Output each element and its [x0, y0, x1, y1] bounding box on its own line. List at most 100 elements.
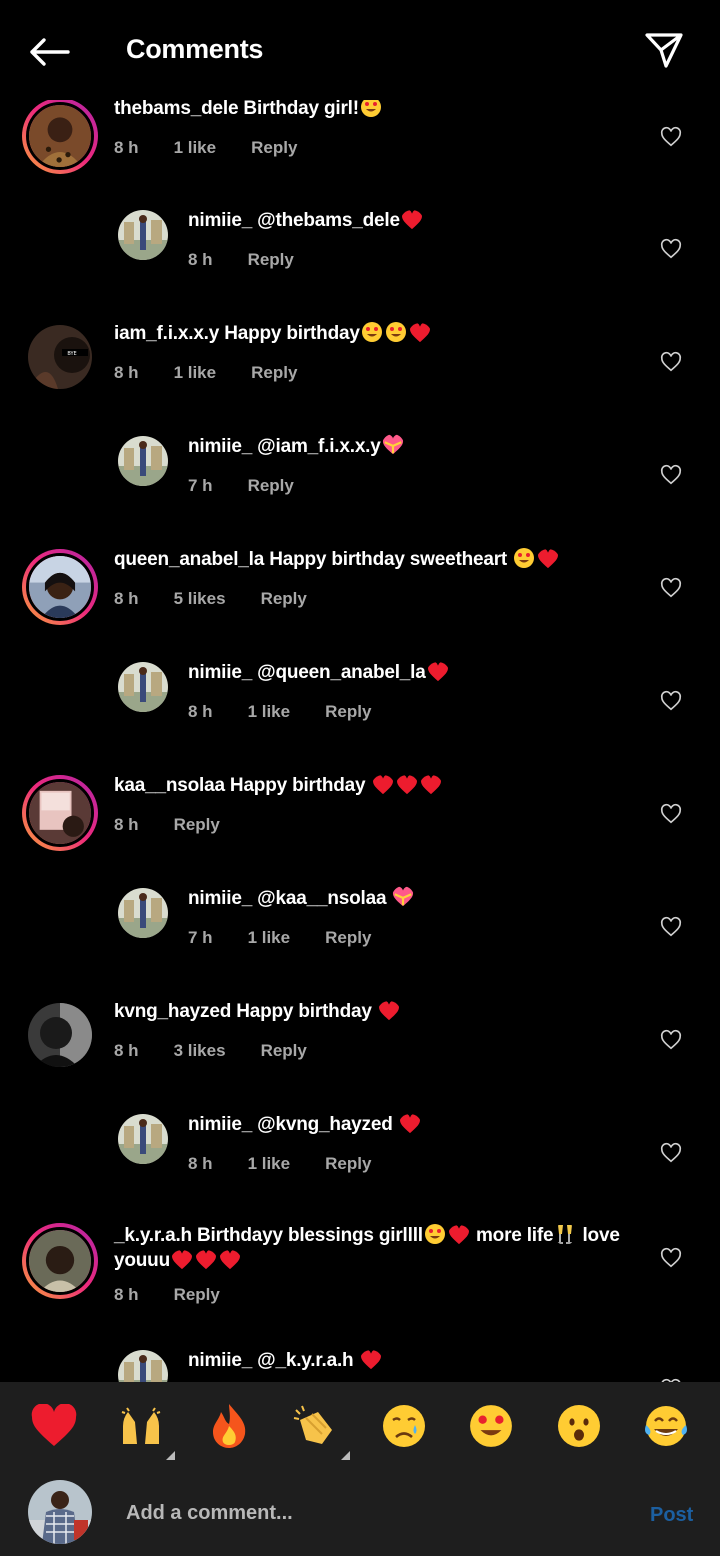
mention-link[interactable]: @thebams_dele: [257, 210, 400, 231]
comment-list[interactable]: thebams_dele Birthday girl! 8 h 1 like R…: [0, 90, 720, 1382]
red-heart-emoji: [171, 1250, 193, 1270]
arrow-left-icon: [30, 38, 70, 66]
comment-username[interactable]: kvng_hayzed: [114, 1001, 231, 1022]
reply-button[interactable]: Reply: [174, 1285, 220, 1305]
avatar[interactable]: [118, 1350, 168, 1382]
heart-eyes-emoji: [385, 322, 406, 342]
reply-button[interactable]: Reply: [251, 138, 297, 158]
reply-button[interactable]: Reply: [248, 476, 294, 496]
red-heart-emoji: [399, 1114, 420, 1134]
reaction-fire[interactable]: [201, 1398, 257, 1454]
page-title: Comments: [126, 34, 264, 64]
reaction-clapping-hands[interactable]: [288, 1398, 351, 1460]
red-heart-emoji: [409, 323, 430, 343]
comment-text: Happy birthday: [229, 775, 366, 796]
avatar[interactable]: [22, 98, 98, 174]
like-heart-icon[interactable]: [660, 577, 682, 599]
avatar[interactable]: [22, 549, 98, 625]
like-count[interactable]: 1 like: [248, 702, 291, 722]
raising-hands-icon: [121, 1407, 161, 1444]
reply-button[interactable]: Reply: [325, 702, 371, 722]
reaction-raising-hands[interactable]: [113, 1398, 176, 1460]
reply-button[interactable]: Reply: [325, 928, 371, 948]
reaction-crying-face[interactable]: [376, 1398, 432, 1454]
comment-username[interactable]: nimiie_: [188, 1350, 252, 1371]
like-count[interactable]: 1 like: [248, 928, 291, 948]
like-count[interactable]: 3 likes: [174, 1041, 226, 1061]
avatar[interactable]: [22, 1223, 98, 1299]
comment-username[interactable]: nimiie_: [188, 436, 252, 457]
red-heart-emoji: [427, 662, 448, 682]
like-heart-icon[interactable]: [660, 1247, 682, 1269]
comment-username[interactable]: thebams_dele: [114, 98, 239, 119]
share-button[interactable]: [640, 28, 688, 72]
mention-link[interactable]: @queen_anabel_la: [257, 662, 426, 683]
variant-indicator: [341, 1451, 351, 1460]
crying-face-icon: [382, 1405, 425, 1447]
comment-username[interactable]: nimiie_: [188, 1114, 252, 1135]
like-heart-icon[interactable]: [660, 1142, 682, 1164]
comment-text: more life: [475, 1225, 554, 1246]
like-heart-icon[interactable]: [660, 351, 682, 373]
mention-link[interactable]: @iam_f.i.x.x.y: [257, 436, 381, 457]
reply-button[interactable]: Reply: [251, 363, 297, 383]
comment-username[interactable]: _k.y.r.a.h: [114, 1225, 192, 1246]
avatar[interactable]: BYE: [28, 325, 92, 389]
comment-composer: Post: [0, 1470, 720, 1556]
reaction-red-heart[interactable]: [26, 1398, 82, 1454]
like-count[interactable]: 5 likes: [174, 589, 226, 609]
comment-username[interactable]: nimiie_: [188, 888, 252, 909]
heart-eyes-face-icon: [470, 1405, 513, 1447]
comment-username[interactable]: iam_f.i.x.x.y: [114, 323, 219, 344]
reply-button[interactable]: Reply: [248, 250, 294, 270]
mention-link[interactable]: @_k.y.r.a.h: [257, 1350, 353, 1371]
comment-username[interactable]: queen_anabel_la: [114, 549, 264, 570]
reaction-heart-eyes[interactable]: [463, 1398, 519, 1454]
surprised-face-icon: [557, 1405, 600, 1447]
clapping-hands-icon: [294, 1405, 333, 1444]
comment-item: _k.y.r.a.h Birthdayy blessings girllll m…: [0, 1221, 720, 1331]
like-count[interactable]: 1 like: [174, 363, 217, 383]
back-button[interactable]: [24, 30, 74, 74]
comment-time: 8 h: [188, 1154, 213, 1173]
like-heart-icon[interactable]: [660, 690, 682, 712]
like-heart-icon[interactable]: [660, 916, 682, 938]
avatar[interactable]: [118, 210, 168, 260]
reaction-surprised-face[interactable]: [551, 1398, 607, 1454]
comment-text: youuu: [114, 1250, 170, 1271]
reply-button[interactable]: Reply: [261, 589, 307, 609]
mention-link[interactable]: @kvng_hayzed: [257, 1114, 393, 1135]
comment-text: Birthday girl!: [243, 98, 359, 119]
header-bar: Comments: [0, 0, 720, 100]
comment-username[interactable]: nimiie_: [188, 210, 252, 231]
like-count[interactable]: 1 like: [174, 138, 217, 158]
reply-button[interactable]: Reply: [325, 1154, 371, 1174]
avatar[interactable]: [28, 1003, 92, 1067]
post-button[interactable]: Post: [650, 1504, 693, 1527]
reply-button[interactable]: Reply: [261, 1041, 307, 1061]
comment-username[interactable]: nimiie_: [188, 662, 252, 683]
avatar[interactable]: [118, 436, 168, 486]
like-heart-icon[interactable]: [660, 238, 682, 260]
comment-time: 7 h: [188, 928, 213, 947]
reply-button[interactable]: Reply: [174, 815, 220, 835]
heart-eyes-emoji: [424, 1224, 445, 1244]
red-heart-emoji: [420, 775, 441, 795]
like-heart-icon[interactable]: [660, 126, 682, 148]
reaction-tears-of-joy[interactable]: [638, 1398, 694, 1454]
avatar[interactable]: [118, 662, 168, 712]
avatar[interactable]: [118, 888, 168, 938]
avatar[interactable]: [22, 775, 98, 851]
like-heart-icon[interactable]: [660, 1029, 682, 1051]
reply-item: nimiie_ @thebams_dele 8 h Reply: [0, 210, 720, 300]
current-user-avatar[interactable]: [28, 1480, 92, 1544]
comment-username[interactable]: kaa__nsolaa: [114, 775, 225, 796]
mention-link[interactable]: @kaa__nsolaa: [257, 888, 386, 909]
like-count[interactable]: 1 like: [248, 1154, 291, 1174]
like-heart-icon[interactable]: [660, 803, 682, 825]
like-heart-icon[interactable]: [660, 464, 682, 486]
avatar[interactable]: [118, 1114, 168, 1164]
comment-input[interactable]: [126, 1498, 606, 1528]
reply-item: nimiie_ @kvng_hayzed 8 h 1 like Reply: [0, 1114, 720, 1204]
comment-time: 8 h: [114, 1285, 139, 1304]
